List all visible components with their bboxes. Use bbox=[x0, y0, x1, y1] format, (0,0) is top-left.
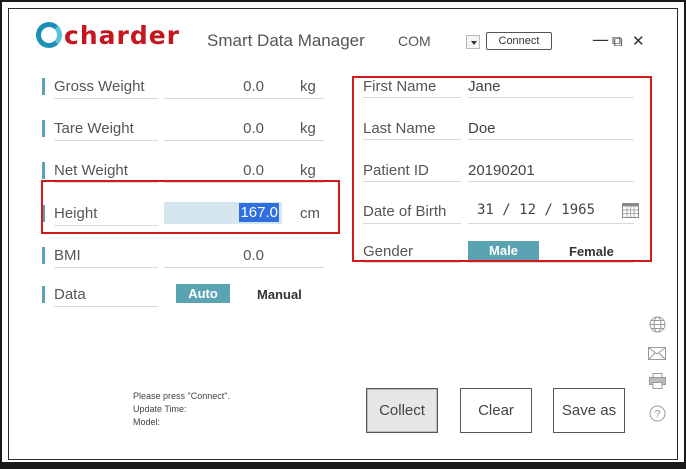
data-mode-manual-button[interactable]: Manual bbox=[257, 287, 302, 302]
save-as-button[interactable]: Save as bbox=[553, 388, 625, 433]
tare-weight-value-underline bbox=[164, 140, 324, 141]
printer-icon-glyph bbox=[648, 373, 666, 389]
window-frame-top bbox=[0, 0, 686, 2]
gender-label-underline bbox=[363, 262, 461, 263]
update-time-label: Update Time: bbox=[133, 404, 187, 414]
help-icon[interactable]: ? bbox=[648, 404, 666, 422]
com-port-dropdown[interactable] bbox=[466, 35, 480, 49]
status-message: Please press "Connect". bbox=[133, 391, 230, 401]
com-port-label: COM bbox=[398, 33, 431, 49]
gross-weight-value-underline bbox=[164, 98, 324, 99]
minimize-button[interactable]: — bbox=[592, 30, 609, 50]
tare-weight-marker bbox=[42, 120, 45, 137]
net-weight-marker bbox=[42, 162, 45, 179]
data-mode-marker bbox=[42, 286, 45, 303]
help-icon-glyph: ? bbox=[649, 405, 665, 421]
close-button[interactable]: ✕ bbox=[632, 32, 645, 50]
tare-weight-value: 0.0 bbox=[243, 120, 264, 137]
bmi-marker bbox=[42, 247, 45, 264]
gender-underline bbox=[468, 262, 634, 263]
bmi-value-underline bbox=[164, 267, 324, 268]
mail-icon[interactable] bbox=[648, 344, 666, 362]
net-weight-unit: kg bbox=[300, 162, 316, 179]
gross-weight-marker bbox=[42, 78, 45, 95]
restore-button[interactable]: ⧉ bbox=[612, 32, 623, 50]
bmi-value: 0.0 bbox=[243, 247, 264, 264]
window-frame-bottom bbox=[0, 462, 686, 469]
net-weight-label: Net Weight bbox=[54, 162, 128, 179]
gross-weight-label: Gross Weight bbox=[54, 78, 145, 95]
gross-weight-label-underline bbox=[54, 98, 158, 99]
mail-icon-glyph bbox=[648, 346, 666, 360]
tare-weight-label: Tare Weight bbox=[54, 120, 134, 137]
tare-weight-label-underline bbox=[54, 140, 158, 141]
net-weight-value: 0.0 bbox=[243, 162, 264, 179]
clear-button[interactable]: Clear bbox=[460, 388, 532, 433]
patient-info-highlight-box bbox=[352, 76, 652, 262]
height-highlight-box bbox=[41, 180, 340, 234]
globe-icon[interactable] bbox=[648, 315, 666, 333]
data-mode-underline bbox=[54, 306, 158, 307]
model-label: Model: bbox=[133, 417, 161, 427]
connect-button[interactable]: Connect bbox=[486, 32, 552, 50]
gross-weight-unit: kg bbox=[300, 78, 316, 95]
logo-ring-icon bbox=[36, 22, 62, 48]
tare-weight-unit: kg bbox=[300, 120, 316, 137]
bmi-label-underline bbox=[54, 267, 158, 268]
window-frame-left bbox=[0, 0, 2, 469]
collect-button[interactable]: Collect bbox=[366, 388, 438, 433]
printer-icon[interactable] bbox=[648, 372, 666, 390]
app-title: Smart Data Manager bbox=[207, 31, 365, 50]
bmi-label: BMI bbox=[54, 247, 81, 264]
svg-text:?: ? bbox=[654, 408, 660, 420]
data-mode-auto-button[interactable]: Auto bbox=[176, 284, 230, 303]
gross-weight-value: 0.0 bbox=[243, 78, 264, 95]
data-mode-label: Data bbox=[54, 286, 86, 303]
globe-icon-glyph bbox=[649, 316, 665, 332]
logo-text: charder bbox=[64, 20, 180, 50]
brand-logo: charder bbox=[36, 20, 180, 50]
